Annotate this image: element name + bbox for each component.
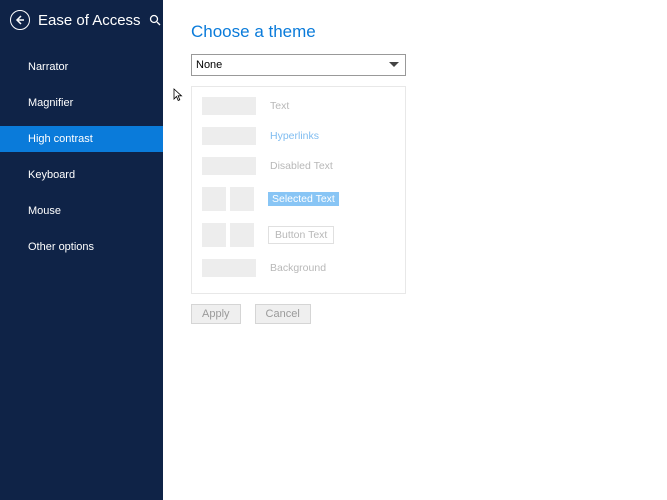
theme-select[interactable]: None — [191, 54, 406, 76]
button-text-fg-swatch[interactable] — [202, 223, 226, 247]
preview-row-disabled-text: Disabled Text — [202, 157, 395, 175]
sidebar: Ease of Access Narrator Magnifier High c… — [0, 0, 163, 500]
preview-label-selected-text: Selected Text — [268, 192, 339, 206]
sidebar-title: Ease of Access — [38, 12, 141, 29]
disabled-text-color-swatch[interactable] — [202, 157, 256, 175]
preview-label-text: Text — [270, 100, 289, 112]
action-row: Apply Cancel — [191, 304, 637, 324]
preview-row-hyperlinks: Hyperlinks — [202, 127, 395, 145]
search-icon[interactable] — [149, 13, 161, 27]
theme-preview-panel: Text Hyperlinks Disabled Text Selected T… — [191, 86, 406, 294]
hyperlink-color-swatch[interactable] — [202, 127, 256, 145]
background-color-swatch[interactable] — [202, 259, 256, 277]
sidebar-item-mouse[interactable]: Mouse — [0, 198, 163, 224]
preview-row-selected-text: Selected Text — [202, 187, 395, 211]
text-color-swatch[interactable] — [202, 97, 256, 115]
preview-label-hyperlinks: Hyperlinks — [270, 130, 319, 142]
sidebar-item-keyboard[interactable]: Keyboard — [0, 162, 163, 188]
sidebar-item-other-options[interactable]: Other options — [0, 234, 163, 260]
selected-text-bg-swatch[interactable] — [230, 187, 254, 211]
sidebar-item-narrator[interactable]: Narrator — [0, 54, 163, 80]
preview-row-text: Text — [202, 97, 395, 115]
sidebar-item-high-contrast[interactable]: High contrast — [0, 126, 163, 152]
sidebar-item-label: Magnifier — [28, 97, 73, 109]
button-text-bg-swatch[interactable] — [230, 223, 254, 247]
sidebar-item-label: High contrast — [28, 133, 93, 145]
cancel-button[interactable]: Cancel — [255, 304, 311, 324]
sidebar-nav: Narrator Magnifier High contrast Keyboar… — [0, 54, 163, 270]
apply-button[interactable]: Apply — [191, 304, 241, 324]
preview-row-button-text: Button Text — [202, 223, 395, 247]
page-title: Choose a theme — [191, 22, 637, 42]
sidebar-item-label: Other options — [28, 241, 94, 253]
selected-text-fg-swatch[interactable] — [202, 187, 226, 211]
preview-label-background: Background — [270, 262, 326, 274]
sidebar-item-label: Mouse — [28, 205, 61, 217]
preview-label-disabled-text: Disabled Text — [270, 160, 333, 172]
cursor-icon — [173, 88, 183, 102]
back-arrow-icon — [15, 15, 25, 25]
sidebar-item-label: Narrator — [28, 61, 68, 73]
main-panel: Choose a theme None Text Hyperlinks Disa… — [163, 0, 667, 500]
sidebar-item-magnifier[interactable]: Magnifier — [0, 90, 163, 116]
preview-label-button-text: Button Text — [268, 226, 334, 244]
back-button[interactable] — [10, 10, 30, 30]
preview-row-background: Background — [202, 259, 395, 277]
sidebar-item-label: Keyboard — [28, 169, 75, 181]
sidebar-header: Ease of Access — [0, 0, 163, 40]
